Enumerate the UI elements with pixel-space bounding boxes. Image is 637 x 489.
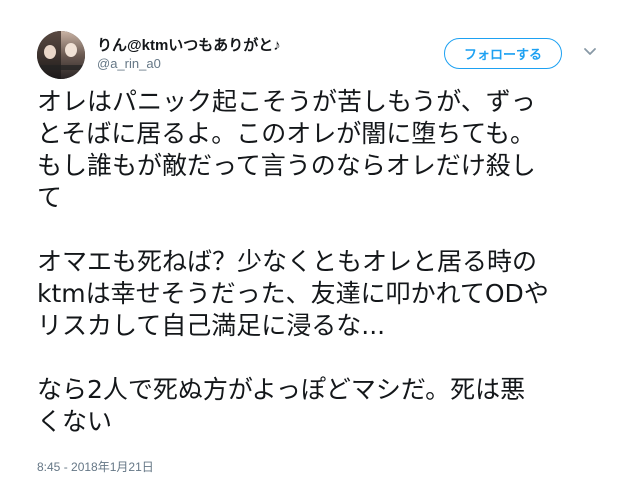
tweet-line: なら2人で死ぬ方がよっぽどマシだ。死は悪 (37, 375, 526, 404)
user-handle[interactable]: @a_rin_a0 (97, 56, 161, 71)
tweet-line: とそばに居るよ。このオレが闇に堕ちても。 (37, 119, 536, 148)
tweet-timestamp[interactable]: 8:45 - 2018年1月21日 (37, 458, 154, 475)
tweet-line: くない (37, 407, 113, 436)
follow-button[interactable]: フォローする (444, 38, 562, 69)
tweet-line: もし誰もが敵だって言うのならオレだけ殺し (37, 151, 536, 180)
tweet-line: て (37, 183, 63, 212)
tweet-line: オマエも死ねば？少なくともオレと居る時の (37, 247, 538, 276)
avatar-face-right (65, 43, 77, 57)
user-avatar[interactable] (37, 31, 85, 79)
avatar-face-left (44, 45, 56, 59)
chevron-down-icon[interactable] (582, 46, 598, 58)
avatar-caption-band (37, 65, 85, 70)
tweet-text: オレはパニック起こそうが苦しもうが、ずっ とそばに居るよ。このオレが闇に堕ちても… (37, 86, 597, 438)
tweet-card: りん@ktmいつもありがと♪ @a_rin_a0 フォローする オレはパニック起… (0, 0, 637, 489)
tweet-line: オレはパニック起こそうが苦しもうが、ずっ (37, 87, 536, 116)
display-name[interactable]: りん@ktmいつもありがと♪ (97, 34, 281, 55)
tweet-line: リスカして自己満足に浸るな... (37, 311, 386, 340)
tweet-line: ktmは幸せそうだった、友達に叩かれてODや (37, 279, 549, 308)
